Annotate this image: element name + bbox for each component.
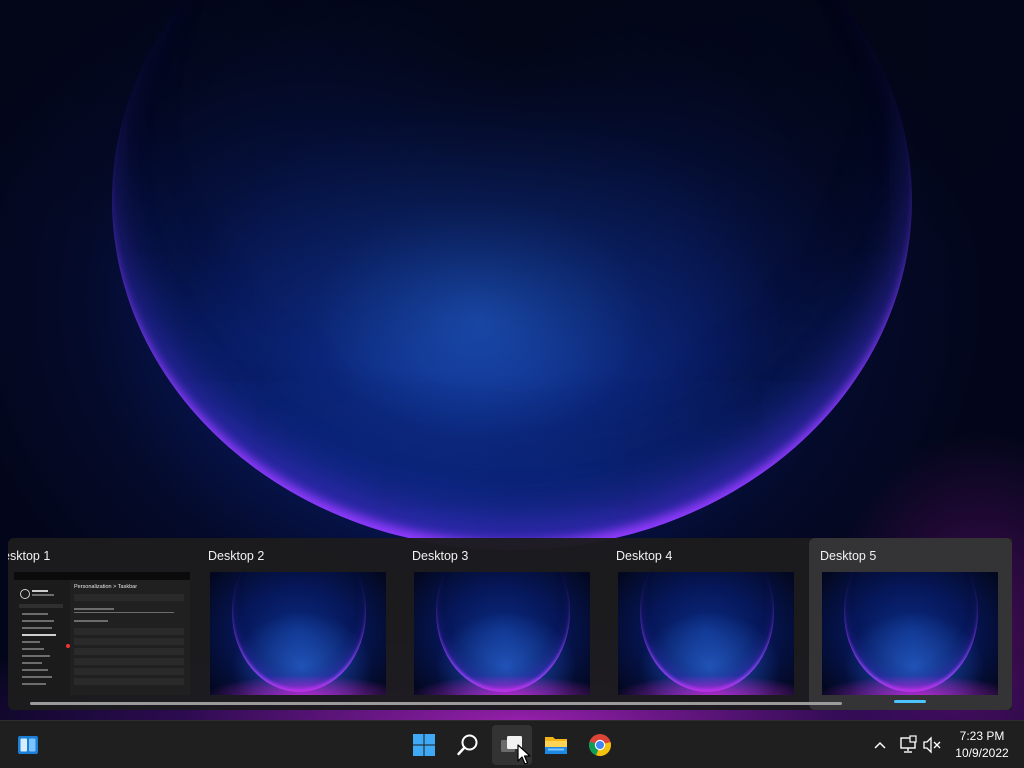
clock-time: 7:23 PM (959, 729, 1005, 743)
file-explorer-button[interactable] (536, 725, 576, 765)
sidebar-line (22, 613, 48, 615)
selected-desktop-indicator (894, 700, 926, 703)
search-button[interactable] (448, 725, 488, 765)
desktop-card-1[interactable]: Desktop 1 (8, 538, 194, 710)
desktop-label: Desktop 4 (616, 549, 673, 563)
settings-window-thumbnail: Personalization > Taskbar (14, 572, 190, 695)
sidebar-line (22, 641, 40, 643)
desktop-card-3[interactable]: Desktop 3 (404, 538, 600, 710)
thumbnail-glow (210, 667, 386, 695)
settings-row (74, 628, 184, 635)
desktop-thumbnail[interactable]: Personalization > Taskbar (14, 572, 190, 695)
sidebar-line-selected (22, 634, 56, 636)
desktop-thumbnail[interactable] (414, 572, 590, 695)
network-icon (900, 735, 917, 753)
show-hidden-icons-button[interactable] (868, 733, 892, 757)
desktop-card-4[interactable]: Desktop 4 (608, 538, 804, 710)
desktop-label: Desktop 1 (8, 549, 51, 563)
windows-logo-icon (413, 734, 435, 756)
volume-button[interactable] (920, 733, 944, 757)
settings-row (74, 658, 184, 665)
settings-text (74, 612, 174, 613)
chrome-icon (589, 734, 611, 757)
volume-muted-icon (923, 736, 941, 754)
sidebar-search (19, 604, 63, 608)
taskbar: 7:23 PM 10/9/2022 (0, 720, 1024, 768)
thumbnail-glow (414, 667, 590, 695)
window-titlebar (14, 572, 190, 580)
sidebar-line (22, 655, 50, 657)
desktop-card-5[interactable]: Desktop 5 (809, 538, 1012, 710)
desktop-label: Desktop 5 (820, 549, 877, 563)
search-icon (457, 734, 478, 756)
sidebar-line (22, 648, 44, 650)
chrome-button[interactable] (580, 725, 620, 765)
folder-icon (545, 737, 567, 754)
thumbnail-glow (618, 667, 794, 695)
settings-row (74, 678, 184, 685)
sidebar-line (22, 669, 48, 671)
settings-row (74, 594, 184, 601)
sidebar-line (22, 676, 52, 678)
settings-page-title: Personalization > Taskbar (74, 584, 138, 590)
desktop-thumbnail[interactable] (210, 572, 386, 695)
settings-text (74, 608, 114, 610)
sidebar-line (32, 590, 48, 592)
desktop-card-2[interactable]: Desktop 2 (200, 538, 396, 710)
virtual-desktops-strip: Desktop 1 (8, 538, 1012, 710)
desktop-screen: Desktop 1 (0, 0, 1024, 768)
sidebar-line (22, 627, 52, 629)
thumbnail-glow (822, 667, 998, 695)
settings-row (74, 638, 184, 645)
widgets-button[interactable] (8, 725, 48, 765)
settings-text (74, 620, 108, 622)
desktop-label: Desktop 3 (412, 549, 469, 563)
settings-row (74, 648, 184, 655)
start-button[interactable] (404, 725, 444, 765)
sidebar-line (22, 662, 42, 664)
settings-row (74, 668, 184, 675)
avatar-icon (20, 589, 30, 599)
desktop-label: Desktop 2 (208, 549, 265, 563)
desktop-thumbnail[interactable] (822, 572, 998, 695)
clock[interactable]: 7:23 PM 10/9/2022 (948, 728, 1016, 762)
sidebar-line (22, 620, 54, 622)
widgets-icon (18, 736, 38, 754)
chevron-up-icon (874, 741, 886, 749)
notification-dot (66, 644, 70, 648)
desktops-scrollbar[interactable] (30, 702, 842, 705)
mouse-cursor-icon (517, 744, 531, 765)
network-button[interactable] (896, 733, 920, 757)
clock-date: 10/9/2022 (955, 746, 1009, 760)
sidebar-line (22, 683, 46, 685)
desktop-thumbnail[interactable] (618, 572, 794, 695)
sidebar-line (32, 594, 54, 596)
